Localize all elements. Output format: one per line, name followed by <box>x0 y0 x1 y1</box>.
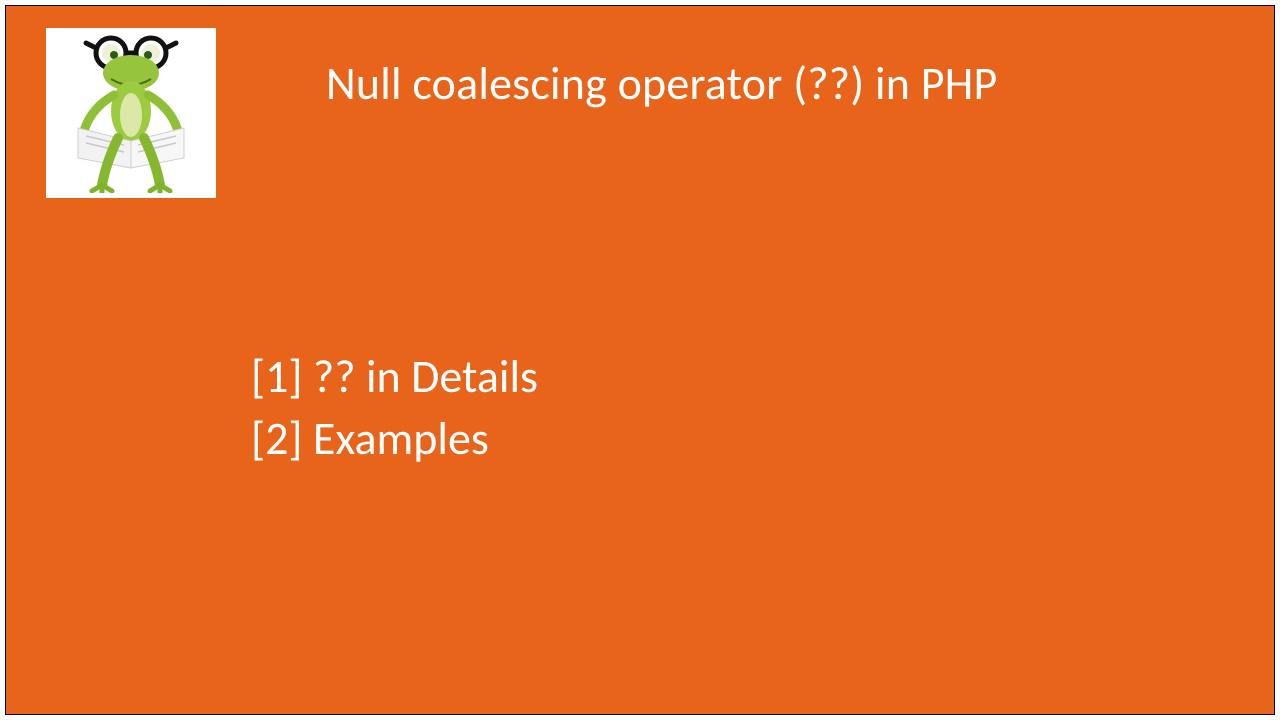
list-item: [1] ?? in Details <box>251 346 538 408</box>
logo-image <box>46 28 216 198</box>
slide: Null coalescing operator (??) in PHP [1]… <box>5 5 1275 715</box>
frog-reading-icon <box>56 33 206 193</box>
agenda-list: [1] ?? in Details [2] Examples <box>251 346 538 470</box>
slide-title: Null coalescing operator (??) in PHP <box>326 56 998 112</box>
list-item: [2] Examples <box>251 408 538 470</box>
